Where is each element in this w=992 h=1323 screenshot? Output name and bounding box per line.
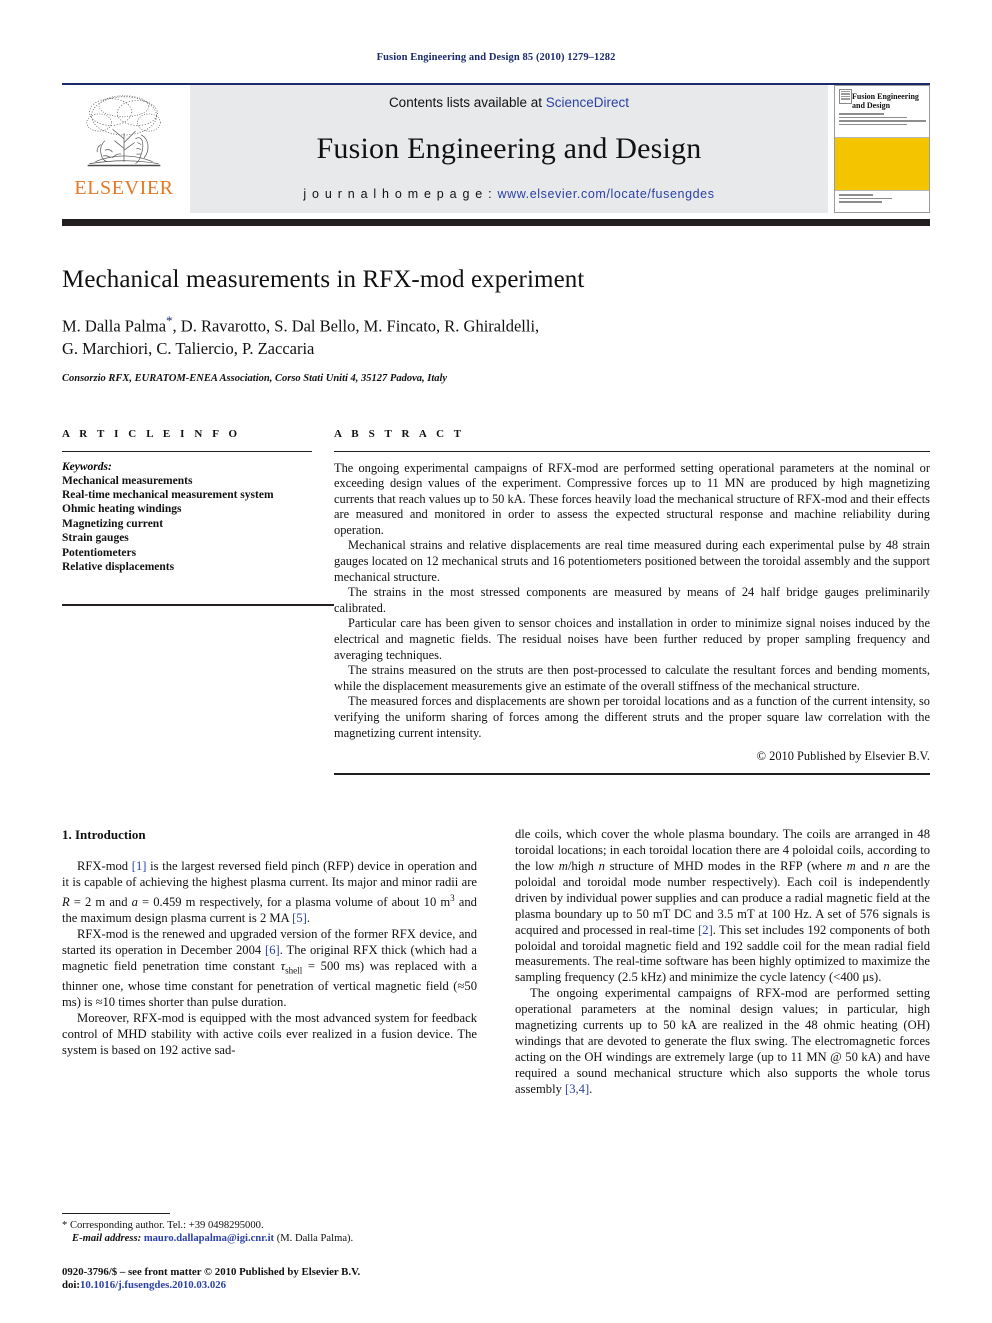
- cover-subtitle-lines: [839, 113, 926, 127]
- keyword-item: Relative displacements: [62, 560, 175, 573]
- citation-ref[interactable]: [3,4]: [565, 1082, 589, 1096]
- abstract-paragraph: The ongoing experimental campaigns of RF…: [334, 460, 930, 537]
- title-block: Mechanical measurements in RFX-mod exper…: [62, 266, 930, 384]
- imprint-block: 0920-3796/$ – see front matter © 2010 Pu…: [62, 1266, 492, 1293]
- keyword-item: Strain gauges: [62, 532, 129, 545]
- body-column-left: 1. Introduction RFX-mod [1] is the large…: [62, 827, 477, 1097]
- body-paragraph: RFX-mod is the renewed and upgraded vers…: [62, 927, 478, 1010]
- article-info-column: A R T I C L E I N F O Keywords: Mechanic…: [62, 428, 334, 776]
- keyword-item: Real-time mechanical measurement system: [62, 488, 274, 501]
- abstract-heading: A B S T R A C T: [334, 427, 465, 440]
- affiliation: Consorzio RFX, EURATOM-ENEA Association,…: [62, 372, 448, 384]
- masthead-bottom-rule: [62, 219, 930, 226]
- elsevier-logo: ELSEVIER: [62, 85, 186, 213]
- email-line: E-mail address: mauro.dallapalma@igi.cnr…: [62, 1232, 492, 1245]
- author-list: M. Dalla Palma*, D. Ravarotto, S. Dal Be…: [62, 310, 930, 360]
- abstract-paragraph: The strains in the most stressed compone…: [334, 585, 930, 615]
- body-column-right: dle coils, which cover the whole plasma …: [515, 827, 930, 1097]
- journal-homepage-line: j o u r n a l h o m e p a g e : www.else…: [303, 187, 714, 201]
- keyword-item: Mechanical measurements: [62, 474, 193, 487]
- article-info-heading: A R T I C L E I N F O: [62, 427, 241, 440]
- journal-homepage-label: j o u r n a l h o m e p a g e :: [303, 187, 498, 201]
- journal-title: Fusion Engineering and Design: [316, 131, 702, 165]
- imprint-line: 0920-3796/$ – see front matter © 2010 Pu…: [62, 1265, 361, 1278]
- citation-ref[interactable]: [5]: [292, 911, 307, 925]
- journal-band: Contents lists available at ScienceDirec…: [190, 85, 828, 213]
- contents-lists-prefix: Contents lists available at: [388, 95, 546, 110]
- journal-masthead: ELSEVIER Contents lists available at Sci…: [62, 83, 930, 213]
- citation-ref[interactable]: [6]: [265, 943, 280, 957]
- author-first: M. Dalla Palma: [62, 316, 167, 336]
- footnote-block: * Corresponding author. Tel.: +39 049829…: [62, 1213, 492, 1293]
- footnote-separator: [62, 1213, 170, 1214]
- elsevier-wordmark: ELSEVIER: [74, 177, 174, 199]
- section-heading-introduction: 1. Introduction: [62, 827, 146, 843]
- abstract-paragraph: The strains measured on the struts are t…: [334, 663, 930, 693]
- email-link[interactable]: mauro.dallapalma@igi.cnr.it: [144, 1233, 274, 1244]
- body-paragraph: Moreover, RFX-mod is equipped with the m…: [62, 1011, 477, 1057]
- corresponding-author-line: * Corresponding author. Tel.: +39 049829…: [62, 1220, 264, 1231]
- author-rest-line2: G. Marchiori, C. Taliercio, P. Zaccaria: [62, 338, 315, 358]
- body-paragraph: The ongoing experimental campaigns of RF…: [515, 986, 930, 1096]
- abstract-paragraph: The measured forces and displacements ar…: [334, 694, 930, 740]
- cover-header: Fusion Engineering and Design: [835, 86, 929, 138]
- journal-cover-thumbnail: Fusion Engineering and Design: [834, 85, 930, 213]
- citation-ref[interactable]: [1]: [132, 859, 147, 873]
- keyword-item: Magnetizing current: [62, 517, 164, 530]
- abstract-paragraph: Particular care has been given to sensor…: [334, 616, 930, 662]
- article-page: Fusion Engineering and Design 85 (2010) …: [0, 0, 992, 1323]
- cover-color-block: [835, 138, 929, 190]
- abstract-body: The ongoing experimental campaigns of RF…: [334, 461, 930, 742]
- running-head: Fusion Engineering and Design 85 (2010) …: [376, 52, 616, 63]
- article-info-bottom-rule: [62, 604, 334, 607]
- corresponding-author-note: * Corresponding author. Tel.: +39 049829…: [62, 1219, 492, 1246]
- keywords-list: Mechanical measurements Real-time mechan…: [62, 474, 312, 575]
- author-rest-line1: , D. Ravarotto, S. Dal Bello, M. Fincato…: [172, 316, 540, 336]
- elsevier-tree-icon: [86, 95, 161, 167]
- body-paragraph: RFX-mod [1] is the largest reversed fiel…: [62, 859, 477, 926]
- email-owner: (M. Dalla Palma).: [276, 1233, 354, 1245]
- keywords-label: Keywords:: [62, 460, 112, 473]
- cover-publisher-badge-icon: [839, 89, 852, 104]
- body-columns: 1. Introduction RFX-mod [1] is the large…: [62, 827, 930, 1097]
- keyword-item: Potentiometers: [62, 546, 137, 559]
- cover-footer-lines: [835, 190, 929, 212]
- abstract-bottom-rule: [334, 773, 930, 776]
- abstract-column: A B S T R A C T The ongoing experimental…: [334, 428, 930, 776]
- journal-homepage-url[interactable]: www.elsevier.com/locate/fusengdes: [497, 187, 714, 201]
- contents-lists-line: Contents lists available at ScienceDirec…: [389, 95, 629, 110]
- keyword-item: Ohmic heating windings: [62, 503, 182, 516]
- doi-line: doi:10.1016/j.fusengdes.2010.03.026: [62, 1279, 492, 1293]
- abstract-rule: [334, 450, 930, 452]
- doi-link[interactable]: 10.1016/j.fusengdes.2010.03.026: [80, 1279, 226, 1291]
- article-info-rule: [62, 450, 312, 452]
- doi-label: doi:: [62, 1279, 80, 1292]
- email-label: E-mail address:: [72, 1233, 142, 1245]
- info-abstract-section: A R T I C L E I N F O Keywords: Mechanic…: [62, 428, 930, 776]
- citation-ref[interactable]: [2]: [698, 923, 713, 937]
- abstract-paragraph: Mechanical strains and relative displace…: [334, 538, 930, 584]
- body-paragraph: dle coils, which cover the whole plasma …: [515, 827, 930, 985]
- sciencedirect-link[interactable]: ScienceDirect: [546, 95, 629, 110]
- abstract-copyright: © 2010 Published by Elsevier B.V.: [756, 749, 930, 764]
- cover-journal-title: Fusion Engineering and Design: [852, 92, 919, 110]
- page-title: Mechanical measurements in RFX-mod exper…: [62, 266, 585, 293]
